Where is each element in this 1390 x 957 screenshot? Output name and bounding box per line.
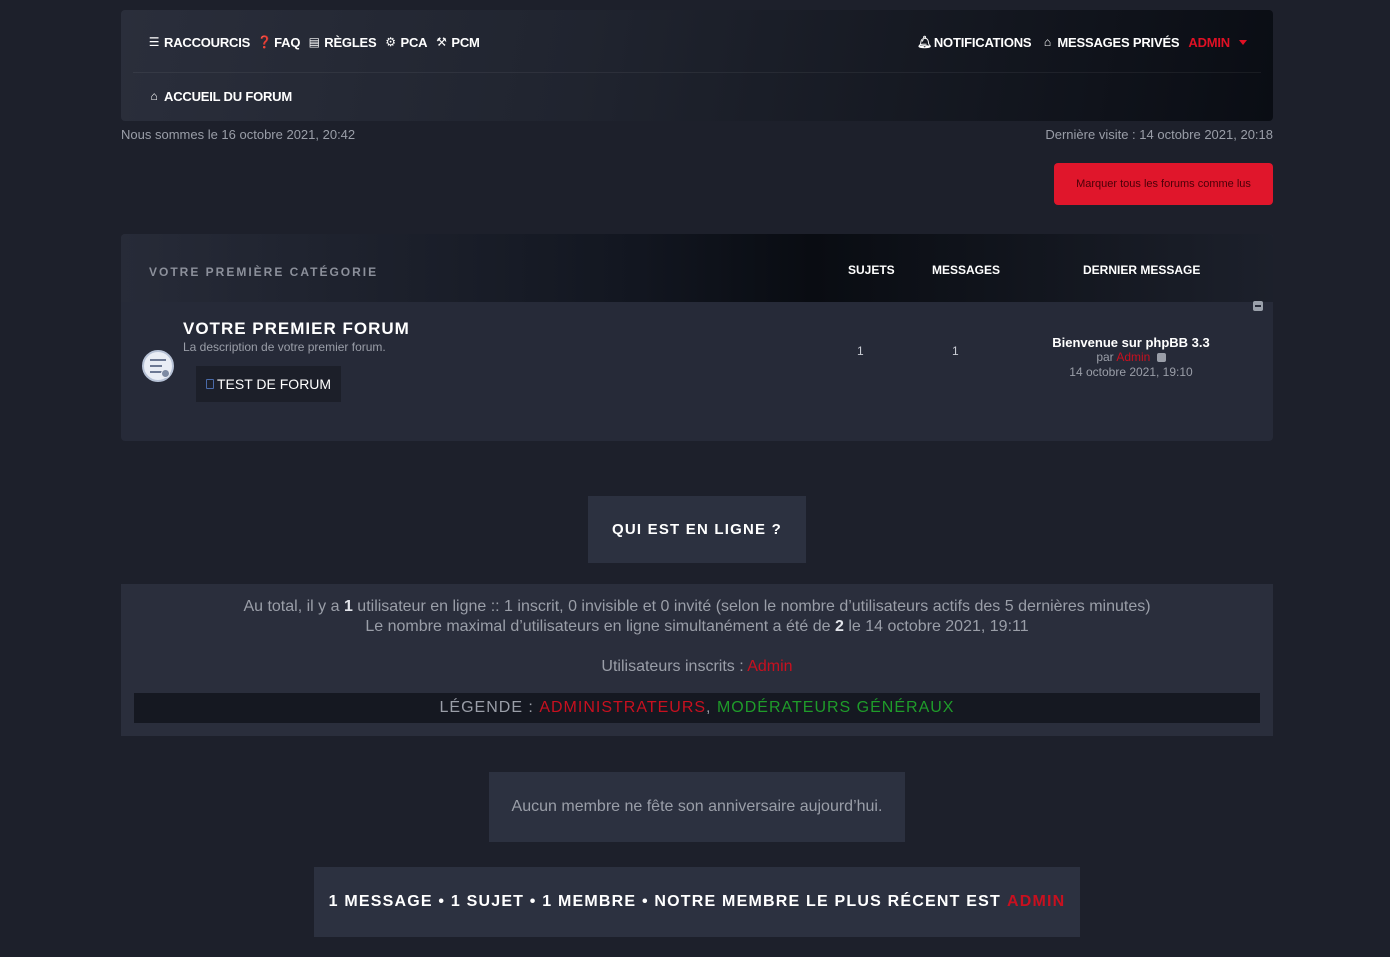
- private-messages-label: MESSAGES PRIVÉS: [1057, 34, 1180, 50]
- user-nav: 🔔︎ NOTIFICATIONS ⌂ MESSAGES PRIVÉS ADMIN: [908, 35, 1247, 50]
- online-max-post: le 14 octobre 2021, 19:11: [848, 618, 1029, 635]
- registered-user-link[interactable]: Admin: [747, 658, 792, 675]
- forum-read-icon: [142, 350, 174, 382]
- collapse-icon[interactable]: [1253, 301, 1263, 311]
- nav-mcp-label: PCM: [451, 34, 480, 50]
- notifications-link[interactable]: 🔔︎ NOTIFICATIONS: [917, 35, 1032, 50]
- nav-shortcuts-label: RACCOURCIS: [164, 34, 251, 50]
- nav-divider: [133, 72, 1261, 73]
- nav-acp-link[interactable]: ⚙ PCA: [384, 34, 428, 50]
- newest-member-link[interactable]: ADMIN: [1007, 893, 1065, 911]
- forum-home-label: ACCUEIL DU FORUM: [164, 88, 292, 104]
- online-total-line: Au total, il y a 1 utilisateur en ligne …: [121, 598, 1273, 616]
- forum-title-link[interactable]: VOTRE PREMIER FORUM: [183, 319, 410, 339]
- category-title[interactable]: VOTRE PREMIÈRE CATÉGORIE: [149, 265, 378, 279]
- nav-faq-label: FAQ: [274, 34, 301, 50]
- subforum-label: TEST DE FORUM: [217, 376, 332, 392]
- nav-faq-link[interactable]: ❓ FAQ: [257, 35, 300, 50]
- legend-separator: ,: [706, 699, 712, 716]
- online-max-count: 2: [834, 618, 844, 635]
- notifications-label: NOTIFICATIONS: [933, 34, 1032, 50]
- last-post: Bienvenue sur phpBB 3.3 par Admin 14 oct…: [1031, 335, 1231, 380]
- legend-moderators-link[interactable]: MODÉRATEURS GÉNÉRAUX: [717, 699, 955, 717]
- online-max-pre: Le nombre maximal d’utilisateurs en lign…: [365, 618, 831, 635]
- top-nav: ☰ RACCOURCIS ❓ FAQ ▤ RÈGLES ⚙ PCA ⚒ PCM …: [121, 32, 1273, 52]
- nav-mcp-link[interactable]: ⚒ PCM: [434, 34, 480, 50]
- online-max-line: Le nombre maximal d’utilisateurs en lign…: [121, 618, 1273, 636]
- last-post-byline: par Admin: [1031, 350, 1231, 365]
- last-post-by-label: par: [1096, 350, 1114, 364]
- navbar: ☰ RACCOURCIS ❓ FAQ ▤ RÈGLES ⚙ PCA ⚒ PCM …: [121, 10, 1273, 121]
- nav-rules-label: RÈGLES: [324, 34, 377, 50]
- inbox-icon: ⌂: [1043, 35, 1051, 49]
- last-visit: Dernière visite : 14 octobre 2021, 20:18: [1045, 127, 1273, 142]
- nav-acp-label: PCA: [400, 34, 428, 50]
- online-stats-box: Au total, il y a 1 utilisateur en ligne …: [121, 584, 1273, 736]
- private-messages-link[interactable]: ⌂ MESSAGES PRIVÉS: [1040, 34, 1180, 50]
- board-statistics: 1 MESSAGE • 1 SUJET • 1 MEMBRE • NOTRE M…: [314, 867, 1080, 937]
- user-menu[interactable]: ADMIN: [1188, 35, 1247, 50]
- statistics-text: 1 MESSAGE • 1 SUJET • 1 MEMBRE • NOTRE M…: [328, 893, 1001, 910]
- online-total-post: utilisateur en ligne :: 1 inscrit, 0 inv…: [357, 598, 1151, 615]
- legend-administrators-link[interactable]: ADMINISTRATEURS: [539, 699, 706, 717]
- last-post-title-link[interactable]: Bienvenue sur phpBB 3.3: [1031, 335, 1231, 350]
- mark-forums-read-button[interactable]: Marquer tous les forums comme lus: [1054, 163, 1273, 205]
- gavel-icon: ⚒: [436, 35, 447, 49]
- breadcrumb: ⌂ ACCUEIL DU FORUM: [121, 86, 1273, 106]
- document-icon: [206, 379, 214, 389]
- username: ADMIN: [1188, 34, 1230, 50]
- forum-category: VOTRE PREMIÈRE CATÉGORIE SUJETS MESSAGES…: [121, 234, 1273, 441]
- forum-home-link[interactable]: ⌂ ACCUEIL DU FORUM: [147, 89, 292, 104]
- registered-users-line: Utilisateurs inscrits : Admin: [121, 658, 1273, 676]
- cogs-icon: ⚙: [385, 35, 396, 49]
- last-post-author-link[interactable]: Admin: [1116, 350, 1150, 364]
- chevron-down-icon: [1239, 39, 1247, 45]
- bars-icon: ☰: [148, 35, 160, 49]
- posts-count: 1: [952, 344, 959, 358]
- current-date: Nous sommes le 16 octobre 2021, 20:42: [121, 127, 356, 142]
- topics-count: 1: [857, 344, 864, 358]
- book-icon: ▤: [308, 35, 320, 49]
- last-post-column-header: DERNIER MESSAGE: [1083, 263, 1201, 277]
- topics-column-header: SUJETS: [848, 263, 895, 277]
- external-link-icon[interactable]: [1156, 353, 1166, 362]
- home-icon: ⌂: [150, 89, 158, 103]
- question-icon: ❓: [257, 35, 272, 49]
- who-is-online-heading[interactable]: QUI EST EN LIGNE ?: [588, 496, 806, 563]
- category-header: VOTRE PREMIÈRE CATÉGORIE SUJETS MESSAGES…: [121, 234, 1273, 302]
- posts-column-header: MESSAGES: [932, 263, 1001, 277]
- birthday-notice: Aucun membre ne fête son anniversaire au…: [489, 772, 905, 842]
- nav-shortcuts-link[interactable]: ☰ RACCOURCIS: [147, 34, 251, 50]
- online-total-pre: Au total, il y a: [243, 598, 340, 615]
- forum-description: La description de votre premier forum.: [183, 340, 386, 354]
- last-post-date: 14 octobre 2021, 19:10: [1069, 365, 1193, 379]
- online-total-count: 1: [343, 598, 353, 615]
- registered-users-label: Utilisateurs inscrits :: [601, 658, 744, 675]
- nav-rules-link[interactable]: ▤ RÈGLES: [307, 34, 377, 50]
- group-legend: LÉGENDE : ADMINISTRATEURS, MODÉRATEURS G…: [134, 693, 1260, 723]
- subforum-link[interactable]: TEST DE FORUM: [196, 366, 342, 402]
- legend-label: LÉGENDE :: [439, 699, 534, 716]
- bell-icon: 🔔︎: [916, 35, 932, 49]
